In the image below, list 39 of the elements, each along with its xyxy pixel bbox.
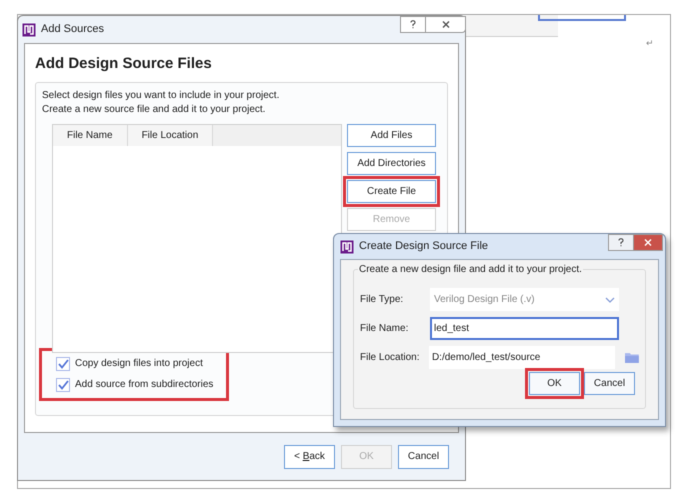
group-title: Create a new design file and add it to your project. xyxy=(358,262,583,277)
close-icon xyxy=(644,239,652,246)
app-logo-icon xyxy=(22,22,36,36)
check-icon xyxy=(58,358,68,368)
page-heading: Add Design Source Files xyxy=(34,54,213,74)
checkbox[interactable] xyxy=(56,356,70,370)
description-text: Select design files you want to include in your project. xyxy=(42,89,280,103)
help-icon xyxy=(618,238,624,247)
input-field[interactable]: led_test xyxy=(430,317,619,340)
close-button[interactable] xyxy=(426,16,466,33)
chevron-down-icon xyxy=(605,296,615,302)
app-logo-icon xyxy=(340,240,354,254)
footer-button[interactable]: Cancel xyxy=(398,444,449,468)
footer-button[interactable]: < Back xyxy=(284,444,335,468)
paragraph-mark: ↵ xyxy=(646,37,654,50)
side-button[interactable]: Add Files xyxy=(347,124,436,147)
field-label: File Type: xyxy=(360,293,404,307)
help-button[interactable] xyxy=(400,16,426,33)
dialog-button[interactable]: Cancel xyxy=(584,372,635,395)
column-header[interactable]: File Name xyxy=(53,125,128,146)
description-text: Create a new source file and add it to your project. xyxy=(42,103,266,117)
checkbox-label: Add source from subdirectories xyxy=(75,378,214,392)
help-button[interactable] xyxy=(608,234,634,251)
field-label: File Name: xyxy=(360,322,410,336)
input-field[interactable]: D:/demo/led_test/source xyxy=(428,346,616,369)
field-label: File Location: xyxy=(360,351,420,365)
column-header[interactable]: File Location xyxy=(128,125,214,146)
check-icon xyxy=(58,380,68,390)
close-button[interactable] xyxy=(634,234,663,251)
window-title: Create Design Source File xyxy=(359,239,488,254)
file-type-dropdown[interactable]: Verilog Design File (.v) xyxy=(430,288,619,311)
dialog-button[interactable]: OK xyxy=(529,372,580,395)
help-icon xyxy=(410,20,416,29)
checkbox[interactable] xyxy=(56,378,70,392)
checkbox-label: Copy design files into project xyxy=(75,357,203,371)
window-title: Add Sources xyxy=(41,22,104,38)
close-icon xyxy=(442,21,450,28)
side-button[interactable]: Create File xyxy=(347,180,436,203)
side-button[interactable]: Add Directories xyxy=(347,152,436,175)
